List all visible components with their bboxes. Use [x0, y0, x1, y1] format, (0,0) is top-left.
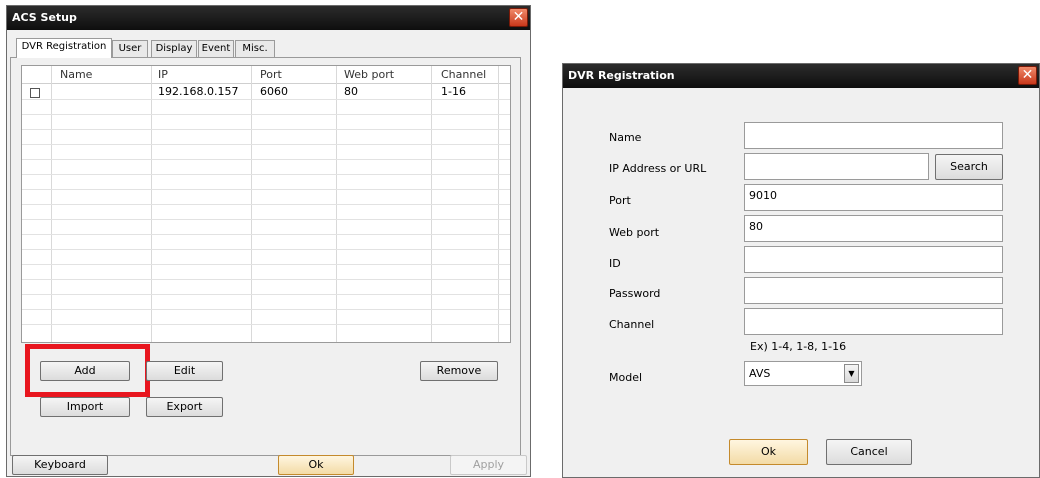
- remove-button[interactable]: Remove: [420, 361, 498, 381]
- cell-ip: 192.168.0.157: [158, 85, 239, 98]
- row-line: [22, 129, 510, 130]
- row-line: [22, 264, 510, 265]
- cell-port: 6060: [260, 85, 288, 98]
- row-line: [22, 324, 510, 325]
- row-checkbox[interactable]: [30, 88, 40, 98]
- edit-button[interactable]: Edit: [146, 361, 223, 381]
- dvr-close-icon[interactable]: ✕: [1018, 66, 1037, 85]
- model-label: Model: [609, 371, 643, 384]
- id-label: ID: [609, 257, 621, 270]
- tab-misc[interactable]: Misc.: [235, 40, 275, 57]
- row-line: [22, 159, 510, 160]
- tab-event[interactable]: Event: [198, 40, 234, 57]
- model-select[interactable]: AVS ▼: [744, 361, 862, 386]
- column-header-port[interactable]: Port: [260, 66, 282, 83]
- row-line: [22, 189, 510, 190]
- id-field[interactable]: [744, 246, 1003, 273]
- row-line: [22, 114, 510, 115]
- row-line: [22, 309, 510, 310]
- channel-hint: Ex) 1-4, 1-8, 1-16: [750, 340, 847, 353]
- row-line: [22, 249, 510, 250]
- column-header-channel[interactable]: Channel: [441, 66, 486, 83]
- dvr-ok-button[interactable]: Ok: [729, 439, 808, 465]
- channel-field[interactable]: [744, 308, 1003, 335]
- name-field[interactable]: [744, 122, 1003, 149]
- row-line: [22, 144, 510, 145]
- apply-button: Apply: [450, 455, 527, 475]
- password-field[interactable]: [744, 277, 1003, 304]
- ip-address-label: IP Address or URL: [609, 162, 707, 175]
- model-selected-value: AVS: [749, 367, 771, 380]
- search-button[interactable]: Search: [935, 154, 1003, 180]
- tab-dvr-registration[interactable]: DVR Registration: [16, 38, 112, 58]
- row-line: [22, 279, 510, 280]
- row-line: [22, 99, 510, 100]
- ip-address-field[interactable]: [744, 153, 929, 180]
- dvr-dialog-title: DVR Registration: [568, 69, 675, 82]
- keyboard-button[interactable]: Keyboard: [12, 455, 108, 475]
- cell-channel: 1-16: [441, 85, 466, 98]
- import-button[interactable]: Import: [40, 397, 130, 417]
- name-label: Name: [609, 131, 642, 144]
- cell-web-port: 80: [344, 85, 358, 98]
- row-line: [22, 204, 510, 205]
- column-header-name[interactable]: Name: [60, 66, 92, 83]
- web-port-label: Web port: [609, 226, 660, 239]
- dvr-list-table[interactable]: Name IP Port Web port Channel 192.168.0.…: [21, 65, 511, 343]
- tab-user[interactable]: User: [112, 40, 148, 57]
- row-line: [22, 234, 510, 235]
- chevron-down-icon[interactable]: ▼: [844, 364, 859, 383]
- ok-button[interactable]: Ok: [278, 455, 354, 475]
- row-line: [22, 174, 510, 175]
- export-button[interactable]: Export: [146, 397, 223, 417]
- add-button-highlight: [25, 344, 150, 397]
- dvr-cancel-button[interactable]: Cancel: [826, 439, 912, 465]
- row-line: [22, 294, 510, 295]
- column-header-web-port[interactable]: Web port: [344, 66, 394, 83]
- row-line: [22, 219, 510, 220]
- acs-title-bar: ACS Setup ✕: [7, 6, 530, 30]
- port-field[interactable]: 9010: [744, 184, 1003, 211]
- tab-display[interactable]: Display: [151, 40, 197, 57]
- acs-close-icon[interactable]: ✕: [509, 8, 528, 27]
- password-label: Password: [609, 287, 661, 300]
- web-port-field[interactable]: 80: [744, 215, 1003, 242]
- table-header: Name IP Port Web port Channel: [22, 66, 510, 84]
- acs-window-title: ACS Setup: [12, 11, 77, 24]
- channel-label: Channel: [609, 318, 655, 331]
- dvr-title-bar: DVR Registration ✕: [563, 64, 1039, 88]
- column-header-ip[interactable]: IP: [158, 66, 168, 83]
- port-label: Port: [609, 194, 631, 207]
